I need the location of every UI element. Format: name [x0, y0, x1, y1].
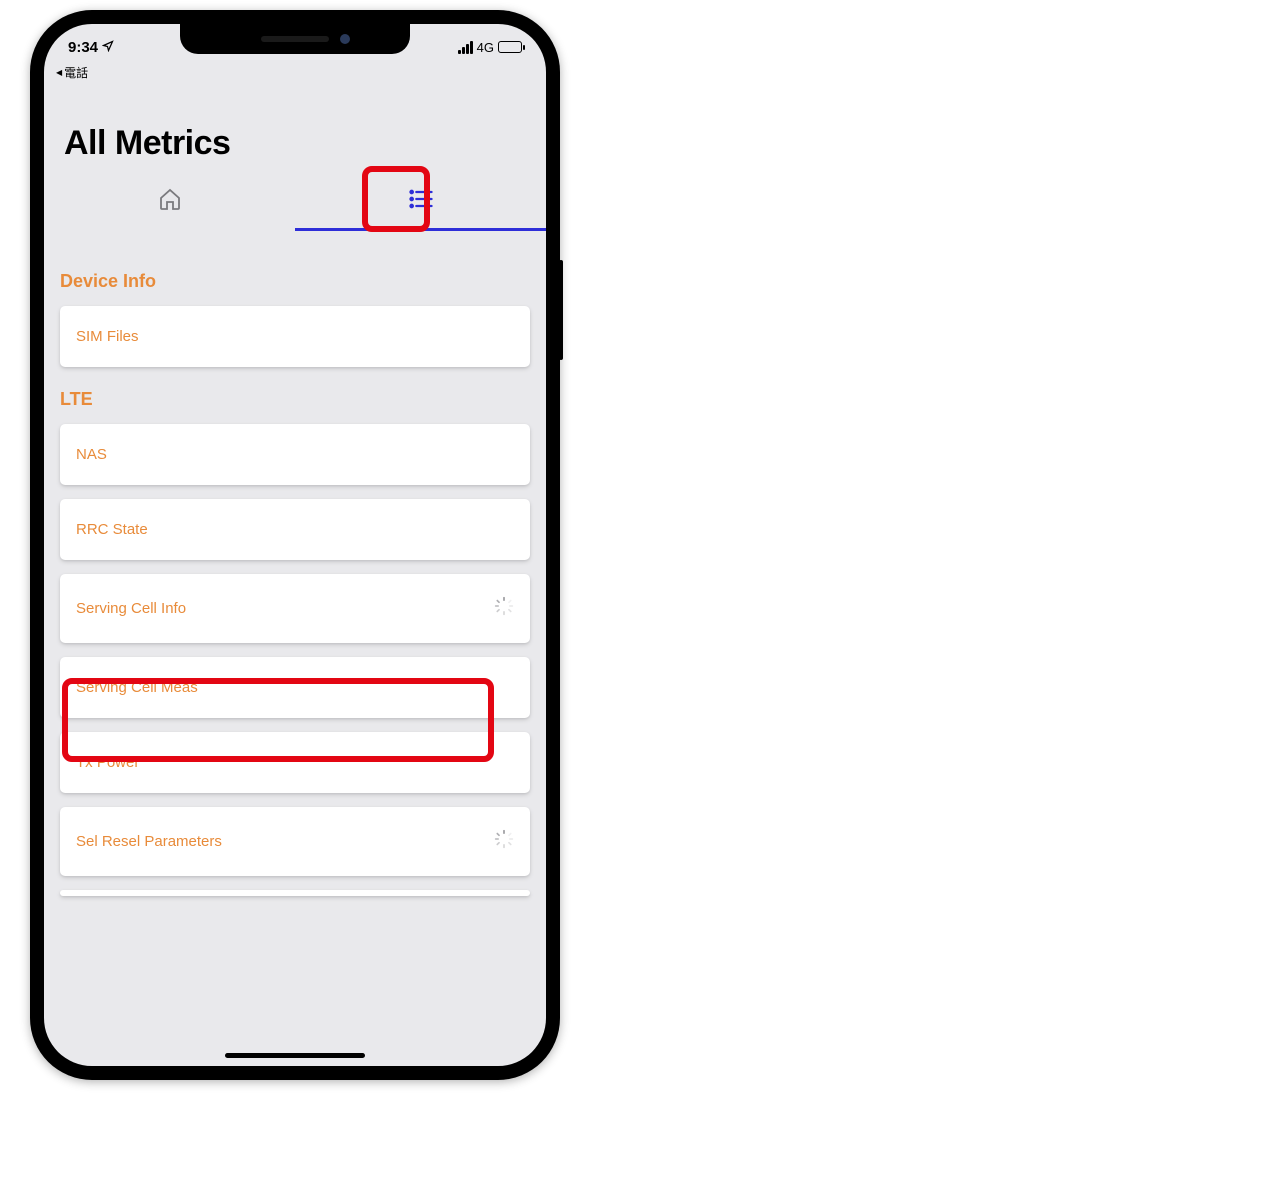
location-icon — [102, 39, 114, 56]
home-indicator[interactable] — [225, 1053, 365, 1058]
home-icon — [158, 187, 182, 216]
list-item-label: Sel Resel Parameters — [76, 833, 222, 850]
list-item-next[interactable] — [60, 890, 530, 896]
list-item-serving-cell-info[interactable]: Serving Cell Info — [60, 574, 530, 643]
list-item-serving-cell-meas[interactable]: Serving Cell Meas — [60, 657, 530, 718]
list-item-rrc-state[interactable]: RRC State — [60, 499, 530, 560]
content-scroll[interactable]: Device Info SIM Files LTE NAS RRC State … — [44, 231, 546, 1053]
loading-spinner-icon — [494, 829, 514, 854]
battery-icon — [498, 41, 522, 53]
list-item-label: SIM Files — [76, 328, 139, 345]
status-time: 9:34 — [68, 39, 98, 56]
section-header-lte: LTE — [60, 389, 530, 410]
list-item-label: NAS — [76, 446, 107, 463]
list-item-nas[interactable]: NAS — [60, 424, 530, 485]
list-item-sel-resel-parameters[interactable]: Sel Resel Parameters — [60, 807, 530, 876]
back-to-app[interactable]: 電話 — [56, 64, 88, 81]
phone-frame: 9:34 4G 電話 All Metrics — [30, 10, 560, 1080]
page-title: All Metrics — [44, 64, 546, 163]
list-item-label: Tx Power — [76, 754, 139, 771]
section-header-device-info: Device Info — [60, 271, 530, 292]
list-item-label: RRC State — [76, 521, 148, 538]
list-item-label: Serving Cell Info — [76, 600, 186, 617]
tab-list[interactable] — [295, 171, 546, 231]
phone-screen: 9:34 4G 電話 All Metrics — [44, 24, 546, 1066]
list-icon — [407, 185, 435, 218]
tabs — [44, 171, 546, 231]
phone-notch — [180, 24, 410, 54]
loading-spinner-icon — [494, 596, 514, 621]
list-item-sim-files[interactable]: SIM Files — [60, 306, 530, 367]
cellular-signal-icon — [458, 41, 473, 54]
list-item-tx-power[interactable]: Tx Power — [60, 732, 530, 793]
phone-side-button — [559, 260, 563, 360]
network-type: 4G — [477, 40, 494, 55]
list-item-label: Serving Cell Meas — [76, 679, 198, 696]
tab-home[interactable] — [44, 171, 295, 231]
